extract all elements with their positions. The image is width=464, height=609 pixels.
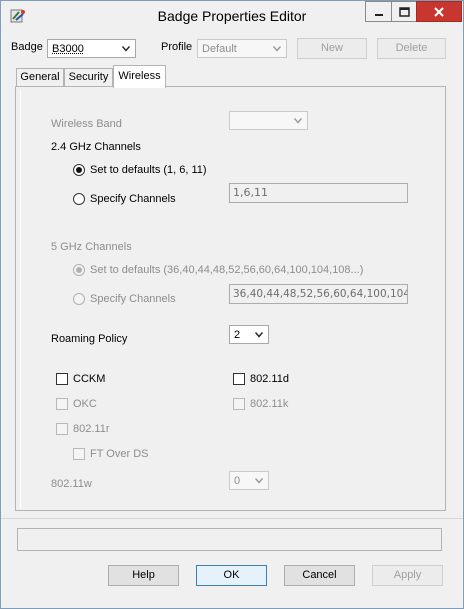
ch24-specify-radio[interactable] (73, 193, 85, 205)
roaming-policy-combo[interactable]: 2 (229, 325, 269, 344)
delete-profile-button[interactable]: Delete (377, 38, 446, 59)
ch5-default-radio[interactable] (73, 264, 85, 276)
help-button[interactable]: Help (108, 565, 179, 586)
badge-value: B3000 (52, 43, 84, 55)
ch24-default-radio[interactable] (73, 164, 85, 176)
ch5-specify-radio[interactable] (73, 293, 85, 305)
tab-security[interactable]: Security (64, 68, 113, 87)
chevron-down-icon (122, 46, 130, 52)
maximize-button[interactable] (391, 1, 417, 22)
r80211-checkbox[interactable] (56, 423, 68, 435)
okc-label: OKC (73, 398, 97, 410)
maximize-icon (398, 6, 410, 17)
d80211-checkbox[interactable] (233, 373, 245, 385)
status-bar (17, 528, 442, 551)
r80211-label: 802.11r (73, 423, 110, 435)
w80211-value: 0 (234, 475, 241, 487)
ch24-default-label: Set to defaults (1, 6, 11) (90, 164, 207, 176)
k80211-checkbox[interactable] (233, 398, 245, 410)
roaming-policy-value: 2 (234, 329, 241, 341)
ch24-channels-input[interactable]: 1,6,11 (229, 183, 408, 203)
radio-dot (76, 267, 82, 273)
radio-dot (76, 167, 82, 173)
ch24-heading: 2.4 GHz Channels (51, 141, 141, 153)
ok-button[interactable]: OK (196, 565, 267, 586)
chevron-down-icon (255, 478, 263, 484)
title-bar: Badge Properties Editor (1, 1, 463, 31)
w80211-label: 802.11w (51, 478, 92, 490)
ch24-specify-label: Specify Channels (90, 193, 176, 205)
badge-label: Badge (11, 41, 43, 53)
badge-combo[interactable]: B3000 (47, 39, 136, 58)
profile-label: Profile (161, 41, 193, 53)
cancel-button[interactable]: Cancel (284, 565, 355, 586)
roaming-policy-label: Roaming Policy (51, 333, 128, 345)
tab-general[interactable]: General (16, 68, 64, 87)
ftoverds-label: FT Over DS (90, 448, 149, 460)
close-button[interactable] (416, 1, 462, 22)
minimize-button[interactable] (365, 1, 392, 22)
wireless-band-combo[interactable] (229, 111, 308, 130)
ch5-specify-label: Specify Channels (90, 293, 176, 305)
separator (1, 518, 463, 519)
profile-value: Default (202, 43, 237, 55)
ch5-default-label: Set to defaults (36,40,44,48,52,56,60,64… (90, 264, 364, 276)
close-icon (434, 6, 444, 17)
ch5-heading: 5 GHz Channels (51, 241, 132, 253)
wireless-band-label: Wireless Band (51, 118, 122, 130)
chevron-down-icon (255, 332, 263, 338)
w80211-combo[interactable]: 0 (229, 471, 269, 490)
cckm-checkbox[interactable] (56, 373, 68, 385)
profile-combo[interactable]: Default (197, 39, 287, 58)
tab-wireless[interactable]: Wireless (113, 65, 166, 88)
minimize-icon (374, 13, 383, 16)
chevron-down-icon (294, 118, 302, 124)
ch5-channels-input[interactable]: 36,40,44,48,52,56,60,64,100,104, (229, 284, 408, 304)
chevron-down-icon (273, 46, 281, 52)
badge-properties-window: Badge Properties Editor Badge B3000 Prof… (0, 0, 464, 609)
apply-button[interactable]: Apply (372, 565, 443, 586)
cckm-label: CCKM (73, 373, 106, 385)
okc-checkbox[interactable] (56, 398, 68, 410)
new-profile-button[interactable]: New (297, 38, 367, 59)
d80211-label: 802.11d (250, 373, 289, 385)
k80211-label: 802.11k (250, 398, 289, 410)
ftoverds-checkbox[interactable] (73, 448, 85, 460)
